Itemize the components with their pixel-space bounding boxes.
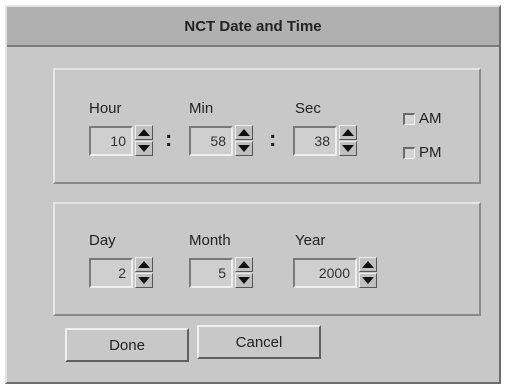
triangle-up-icon — [238, 129, 250, 136]
triangle-down-icon — [238, 277, 250, 284]
sec-field[interactable]: 38 — [293, 126, 337, 156]
day-label: Day — [89, 232, 116, 249]
month-spinner — [235, 257, 253, 289]
year-down-arrow[interactable] — [359, 273, 377, 288]
hour-field[interactable]: 10 — [89, 126, 133, 156]
nct-date-time-dialog: NCT Date and Time Hour Min Sec 10 : 58 :… — [5, 5, 501, 384]
day-spinner — [135, 257, 153, 289]
triangle-up-icon — [238, 261, 250, 268]
cancel-button[interactable]: Cancel — [197, 325, 321, 359]
triangle-down-icon — [138, 145, 150, 152]
min-spinner — [235, 125, 253, 157]
day-field[interactable]: 2 — [89, 258, 133, 288]
month-down-arrow[interactable] — [235, 273, 253, 288]
time-group: Hour Min Sec 10 : 58 : 38 AM PM — [53, 68, 481, 184]
year-up-arrow[interactable] — [359, 257, 377, 272]
hour-up-arrow[interactable] — [135, 125, 153, 140]
triangle-down-icon — [362, 277, 374, 284]
sec-up-arrow[interactable] — [339, 125, 357, 140]
time-separator: : — [269, 126, 277, 151]
pm-label: PM — [419, 144, 442, 161]
pm-checkbox-box[interactable] — [403, 146, 415, 159]
triangle-up-icon — [138, 129, 150, 136]
day-up-arrow[interactable] — [135, 257, 153, 272]
year-spinner — [359, 257, 377, 289]
min-field[interactable]: 58 — [189, 126, 233, 156]
min-label: Min — [189, 100, 214, 117]
sec-down-arrow[interactable] — [339, 141, 357, 156]
pm-checkbox[interactable]: PM — [403, 144, 442, 161]
month-label: Month — [189, 232, 231, 249]
am-checkbox-box[interactable] — [403, 112, 415, 125]
triangle-up-icon — [342, 129, 354, 136]
triangle-down-icon — [238, 145, 250, 152]
month-up-arrow[interactable] — [235, 257, 253, 272]
year-label: Year — [295, 232, 326, 249]
hour-spinner — [135, 125, 153, 157]
window-title: NCT Date and Time — [7, 7, 499, 47]
triangle-up-icon — [362, 261, 374, 268]
triangle-up-icon — [138, 261, 150, 268]
day-down-arrow[interactable] — [135, 273, 153, 288]
hour-label: Hour — [89, 100, 122, 117]
month-field[interactable]: 5 — [189, 258, 233, 288]
triangle-down-icon — [342, 145, 354, 152]
am-label: AM — [419, 110, 442, 127]
year-field[interactable]: 2000 — [293, 258, 357, 288]
am-checkbox[interactable]: AM — [403, 110, 442, 127]
min-down-arrow[interactable] — [235, 141, 253, 156]
time-separator: : — [165, 126, 173, 151]
done-button[interactable]: Done — [65, 328, 189, 362]
triangle-down-icon — [138, 277, 150, 284]
sec-label: Sec — [295, 100, 321, 117]
hour-down-arrow[interactable] — [135, 141, 153, 156]
min-up-arrow[interactable] — [235, 125, 253, 140]
date-group: Day Month Year 2 5 2000 — [53, 202, 481, 316]
sec-spinner — [339, 125, 357, 157]
